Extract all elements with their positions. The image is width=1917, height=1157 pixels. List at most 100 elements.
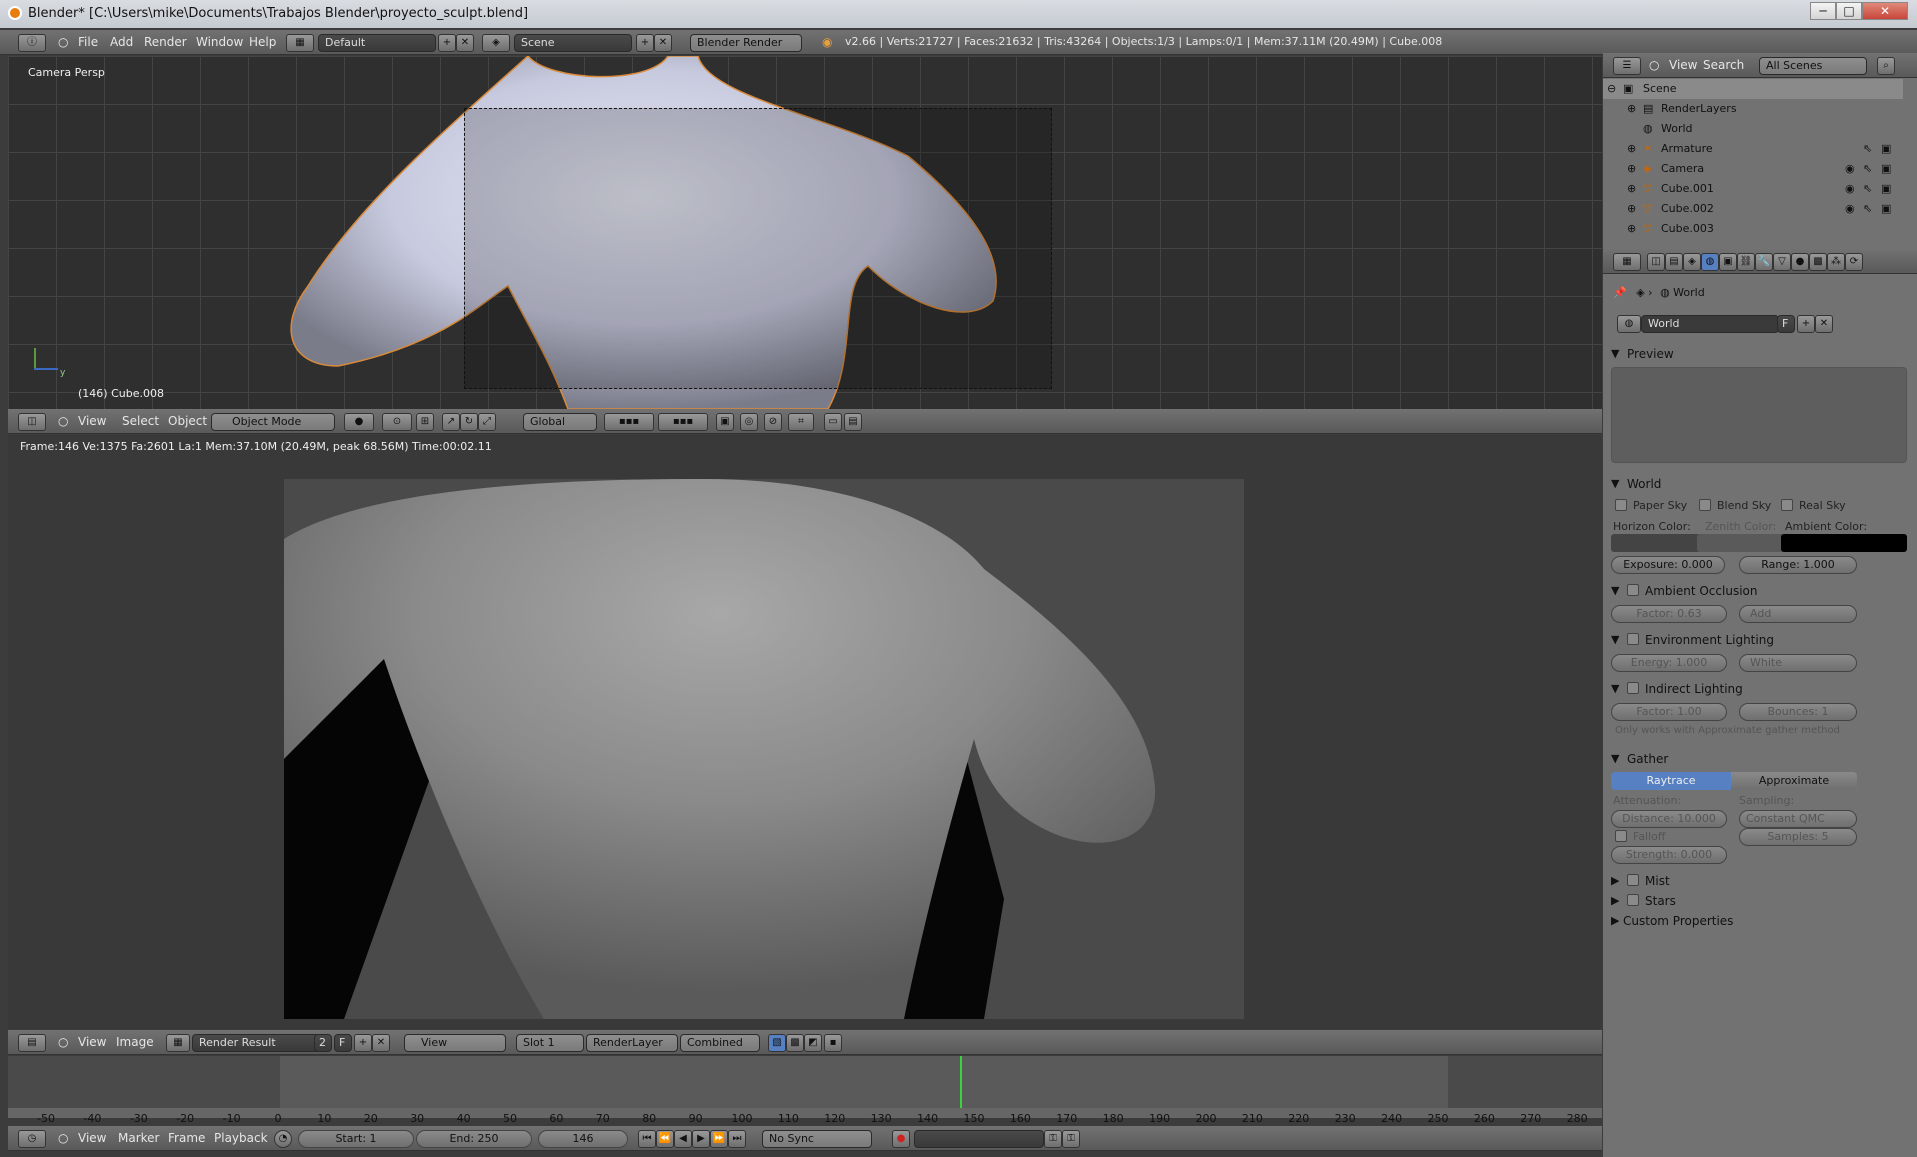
opengl-anim-icon[interactable]: ▤ xyxy=(844,413,862,431)
outliner-tree[interactable]: ⊖ ▣ Scene ⊕ ▤ RenderLayers ◍ World ⊕ ✶ Armature… xyxy=(1603,79,1903,239)
env-panel-header[interactable]: ▼ Environment Lighting xyxy=(1611,629,1907,651)
render-engine-select[interactable]: Blender Render xyxy=(690,34,802,52)
remove-layout-icon[interactable]: ✕ xyxy=(456,34,474,52)
outliner-row-cube001[interactable]: ⊕ ▽ Cube.001 ◉ ⇖ ▣ xyxy=(1603,179,1903,199)
menu-playback[interactable]: Playback xyxy=(214,1131,268,1145)
prev-keyframe-icon[interactable]: ⏪ xyxy=(656,1130,674,1148)
snap-element-icon[interactable]: ⌗ xyxy=(788,413,814,431)
menu-view[interactable]: View xyxy=(1669,58,1697,72)
play-reverse-icon[interactable]: ◀ xyxy=(674,1130,692,1148)
indirect-factor-field[interactable]: Factor: 1.00 xyxy=(1611,703,1727,721)
tab-world-icon[interactable]: ◍ xyxy=(1701,253,1719,271)
tab-layers-icon[interactable]: ▤ xyxy=(1665,253,1683,271)
editor-type-timeline-icon[interactable]: ◷ xyxy=(18,1130,46,1148)
stars-panel-header[interactable]: ▶ Stars xyxy=(1611,890,1907,912)
close-button[interactable]: ✕ xyxy=(1862,2,1908,20)
search-icon[interactable]: ⌕ xyxy=(1877,57,1895,75)
scene-icon[interactable]: ◈ xyxy=(482,34,510,52)
tab-physics-icon[interactable]: ⟳ xyxy=(1845,253,1863,271)
layers-grid-icon[interactable]: ▪▪▪ xyxy=(604,413,654,431)
menu-search[interactable]: Search xyxy=(1703,58,1744,72)
record-icon[interactable]: ● xyxy=(892,1130,910,1148)
manipulator-translate-icon[interactable]: ↗ xyxy=(442,413,460,431)
preview-range-icon[interactable]: ◔ xyxy=(274,1130,292,1148)
gather-approximate-tab[interactable]: Approximate xyxy=(1731,772,1857,790)
real-sky-checkbox[interactable] xyxy=(1781,499,1793,511)
draw-zbuffer-icon[interactable]: ◩ xyxy=(804,1034,822,1052)
indirect-bounces-field[interactable]: Bounces: 1 xyxy=(1739,703,1857,721)
shading-icon[interactable]: ● xyxy=(344,413,374,431)
menu-render[interactable]: Render xyxy=(144,35,187,49)
menu-object[interactable]: Object xyxy=(168,414,207,428)
unlink-image-icon[interactable]: ✕ xyxy=(372,1034,390,1052)
timeline-scrollbar[interactable] xyxy=(8,1108,1602,1118)
pivot-icon[interactable]: ⊙ xyxy=(382,413,412,431)
outliner-row-armature[interactable]: ⊕ ✶ Armature ⇖ ▣ xyxy=(1603,139,1903,159)
snap-icon[interactable]: ⊘ xyxy=(764,413,782,431)
end-frame-field[interactable]: End: 250 xyxy=(416,1130,532,1148)
menu-view[interactable]: View xyxy=(78,414,106,428)
world-fake-user[interactable]: F xyxy=(1777,315,1795,333)
mist-panel-header[interactable]: ▶ Mist xyxy=(1611,870,1907,892)
tab-texture-icon[interactable]: ▩ xyxy=(1809,253,1827,271)
renderlayer-select[interactable]: RenderLayer xyxy=(586,1034,678,1052)
new-image-icon[interactable]: + xyxy=(354,1034,372,1052)
tab-render-icon[interactable]: ◫ xyxy=(1647,253,1665,271)
menu-add[interactable]: Add xyxy=(110,35,133,49)
minimize-button[interactable]: ─ xyxy=(1810,2,1836,20)
insert-keyframe-icon[interactable]: ⚿ xyxy=(1044,1130,1062,1148)
image-users[interactable]: 2 xyxy=(314,1034,332,1052)
horizon-color-swatch[interactable] xyxy=(1611,534,1705,552)
draw-alpha-icon[interactable]: ▩ xyxy=(786,1034,804,1052)
manipulator-rotate-icon[interactable]: ↻ xyxy=(460,413,478,431)
world-unlink-icon[interactable]: ✕ xyxy=(1815,315,1833,333)
slot-select[interactable]: Slot 1 xyxy=(516,1034,584,1052)
keying-set-field[interactable] xyxy=(914,1130,1044,1148)
render-slot-icon[interactable]: ▪ xyxy=(824,1034,842,1052)
gather-panel-header[interactable]: ▼ Gather xyxy=(1611,748,1907,770)
scene-field[interactable]: Scene xyxy=(514,34,632,52)
pass-select[interactable]: Combined xyxy=(680,1034,760,1052)
outliner-row-scene[interactable]: ⊖ ▣ Scene xyxy=(1603,79,1903,99)
add-layout-icon[interactable]: + xyxy=(438,34,456,52)
image-name-field[interactable]: Render Result xyxy=(192,1034,320,1052)
layers-grid-icon-2[interactable]: ▪▪▪ xyxy=(658,413,708,431)
paper-sky-checkbox[interactable] xyxy=(1615,499,1627,511)
editor-type-outliner-icon[interactable]: ☰ xyxy=(1613,57,1641,75)
jump-start-icon[interactable]: ⏮ xyxy=(638,1130,656,1148)
tab-data-icon[interactable]: ▽ xyxy=(1773,253,1791,271)
outliner-row-cube003[interactable]: ⊕ ▽ Cube.003 xyxy=(1603,219,1903,239)
draw-image-icon[interactable]: ▧ xyxy=(768,1034,786,1052)
outliner-row-world[interactable]: ◍ World xyxy=(1603,119,1903,139)
menu-window[interactable]: Window xyxy=(196,35,243,49)
current-frame-line[interactable] xyxy=(960,1056,962,1108)
play-icon[interactable]: ▶ xyxy=(692,1130,710,1148)
preview-panel-header[interactable]: ▼ Preview xyxy=(1611,343,1907,365)
manipulator-toggle-icon[interactable]: ⊞ xyxy=(416,413,434,431)
distance-field[interactable]: Distance: 10.000 xyxy=(1611,810,1727,828)
ao-factor-field[interactable]: Factor: 0.63 xyxy=(1611,605,1727,623)
lock-camera-icon[interactable]: ▣ xyxy=(716,413,734,431)
ao-panel-header[interactable]: ▼ Ambient Occlusion xyxy=(1611,580,1907,602)
delete-keyframe-icon[interactable]: ⚿ xyxy=(1062,1130,1080,1148)
gather-raytrace-tab[interactable]: Raytrace xyxy=(1611,772,1731,790)
tab-particles-icon[interactable]: ⁂ xyxy=(1827,253,1845,271)
falloff-checkbox[interactable] xyxy=(1615,830,1627,842)
zenith-color-swatch[interactable] xyxy=(1697,534,1789,552)
outliner-row-cube002[interactable]: ⊕ ▽ Cube.002 ◉ ⇖ ▣ xyxy=(1603,199,1903,219)
orientation-select[interactable]: Global xyxy=(523,413,597,431)
menu-view[interactable]: View xyxy=(78,1131,106,1145)
image-browse-icon[interactable]: ▦ xyxy=(166,1034,190,1052)
tab-constraints-icon[interactable]: ⛓ xyxy=(1737,253,1755,271)
fake-user-button[interactable]: F xyxy=(334,1034,352,1052)
samples-field[interactable]: Samples: 5 xyxy=(1739,828,1857,846)
tab-material-icon[interactable]: ● xyxy=(1791,253,1809,271)
env-color-select[interactable]: White xyxy=(1739,654,1857,672)
world-panel-header[interactable]: ▼ World xyxy=(1611,473,1907,495)
strength-field[interactable]: Strength: 0.000 xyxy=(1611,846,1727,864)
sampling-method-select[interactable]: Constant QMC xyxy=(1739,810,1857,828)
editor-type-3d-icon[interactable]: ◫ xyxy=(18,413,46,431)
layout-field[interactable]: Default xyxy=(318,34,436,52)
editor-type-properties-icon[interactable]: ▦ xyxy=(1613,253,1641,271)
layout-icon[interactable]: ▦ xyxy=(286,34,314,52)
